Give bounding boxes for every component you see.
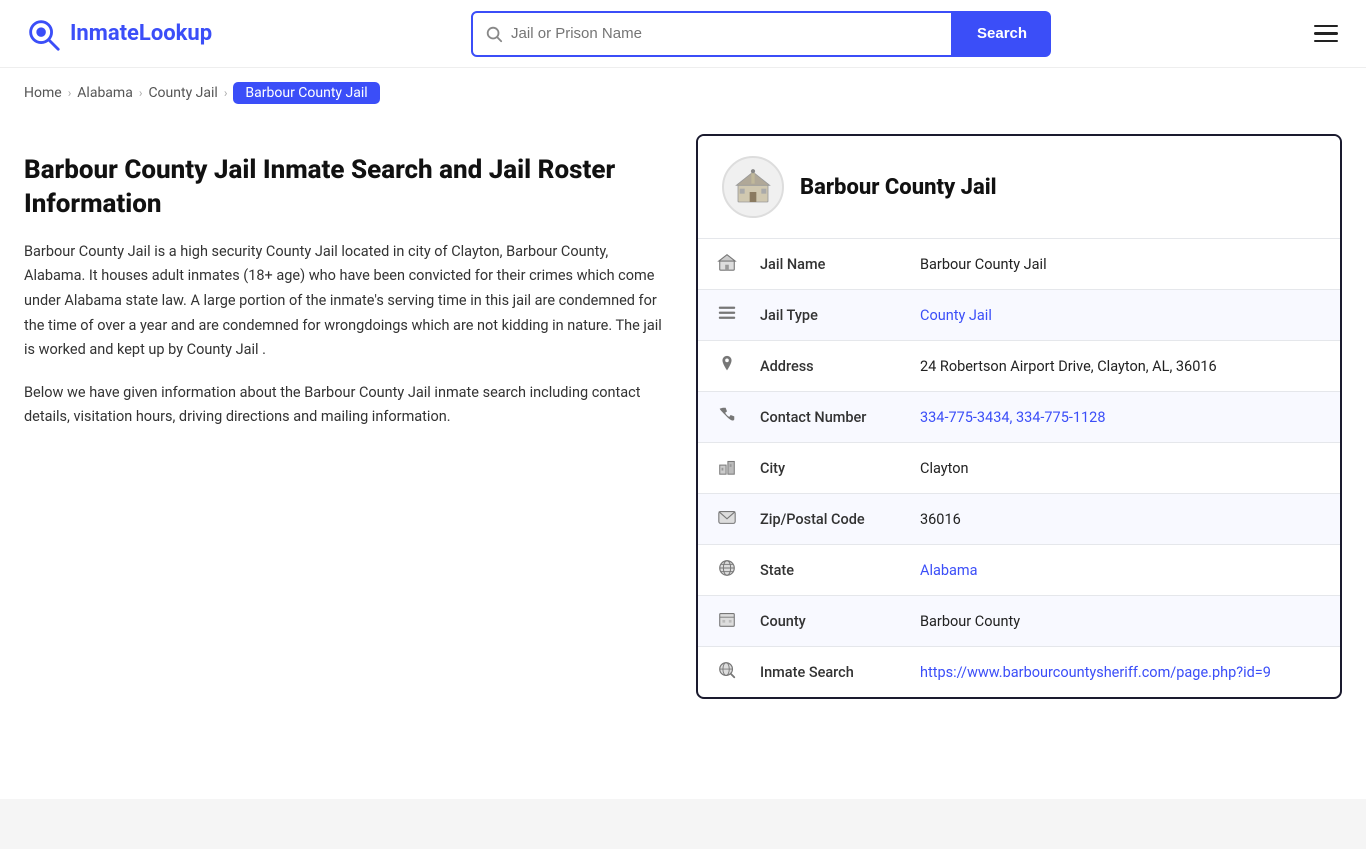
table-cell-label: County [742,596,902,647]
table-cell-value: 36016 [902,494,1340,545]
table-cell-value: Barbour County Jail [902,239,1340,290]
globe-icon [698,545,742,596]
search-icon [485,25,503,43]
list-icon [698,290,742,341]
table-cell-value[interactable]: https://www.barbourcountysheriff.com/pag… [902,647,1340,698]
table-cell-link[interactable]: 334-775-3434, 334-775-1128 [920,409,1105,426]
left-column: Barbour County Jail Inmate Search and Ja… [24,134,664,699]
logo-text: InmateLookup [70,21,212,46]
info-card-header: Barbour County Jail [698,136,1340,239]
table-cell-label: Jail Type [742,290,902,341]
table-row: Address24 Robertson Airport Drive, Clayt… [698,341,1340,392]
header: InmateLookup Search [0,0,1366,68]
table-cell-value[interactable]: County Jail [902,290,1340,341]
table-cell-value: Barbour County [902,596,1340,647]
breadcrumb: Home › Alabama › County Jail › Barbour C… [0,68,1366,114]
search-bar: Search [471,11,1051,57]
phone-icon [698,392,742,443]
table-row: CountyBarbour County [698,596,1340,647]
table-cell-label: State [742,545,902,596]
table-cell-value: 24 Robertson Airport Drive, Clayton, AL,… [902,341,1340,392]
main-layout: Barbour County Jail Inmate Search and Ja… [0,114,1366,739]
table-cell-link[interactable]: https://www.barbourcountysheriff.com/pag… [920,664,1271,681]
search-input[interactable] [511,25,939,42]
table-row: State Alabama [698,545,1340,596]
breadcrumb-sep-3: › [224,86,228,100]
search-globe-icon [698,647,742,698]
table-cell-link[interactable]: Alabama [920,562,978,579]
table-cell-label: Zip/Postal Code [742,494,902,545]
table-cell-label: Inmate Search [742,647,902,698]
breadcrumb-county-jail[interactable]: County Jail [148,85,217,101]
search-button[interactable]: Search [953,11,1051,57]
table-row: Zip/Postal Code36016 [698,494,1340,545]
jail-icon [698,239,742,290]
table-cell-link[interactable]: County Jail [920,307,992,324]
jail-building-icon [733,167,773,207]
table-cell-label: Address [742,341,902,392]
breadcrumb-alabama[interactable]: Alabama [77,85,133,101]
breadcrumb-current: Barbour County Jail [233,82,379,104]
table-cell-value[interactable]: Alabama [902,545,1340,596]
table-cell-label: Jail Name [742,239,902,290]
info-table: Jail NameBarbour County JailJail Type Cou… [698,239,1340,697]
search-input-wrap [471,11,953,57]
right-column: Barbour County Jail Jail NameBarbour Cou… [696,134,1342,699]
mail-icon [698,494,742,545]
breadcrumb-sep-2: › [139,86,143,100]
table-row: CityClayton [698,443,1340,494]
table-row: Jail NameBarbour County Jail [698,239,1340,290]
logo-icon [24,15,62,53]
page-heading: Barbour County Jail Inmate Search and Ja… [24,154,664,222]
footer-bar [0,799,1366,849]
info-card-title: Barbour County Jail [800,175,997,200]
table-row: Contact Number 334-775-3434, 334-775-1128 [698,392,1340,443]
description-para-1: Barbour County Jail is a high security C… [24,240,664,363]
table-row: Jail Type County Jail [698,290,1340,341]
location-icon [698,341,742,392]
county-icon [698,596,742,647]
table-cell-value[interactable]: 334-775-3434, 334-775-1128 [902,392,1340,443]
table-cell-label: City [742,443,902,494]
breadcrumb-sep-1: › [68,86,72,100]
table-row: Inmate Search https://www.barbourcountysh… [698,647,1340,698]
breadcrumb-home[interactable]: Home [24,85,62,101]
table-cell-label: Contact Number [742,392,902,443]
info-card: Barbour County Jail Jail NameBarbour Cou… [696,134,1342,699]
logo[interactable]: InmateLookup [24,15,212,53]
jail-avatar [722,156,784,218]
menu-button[interactable] [1310,21,1342,47]
description-para-2: Below we have given information about th… [24,381,664,430]
table-cell-value: Clayton [902,443,1340,494]
city-icon [698,443,742,494]
